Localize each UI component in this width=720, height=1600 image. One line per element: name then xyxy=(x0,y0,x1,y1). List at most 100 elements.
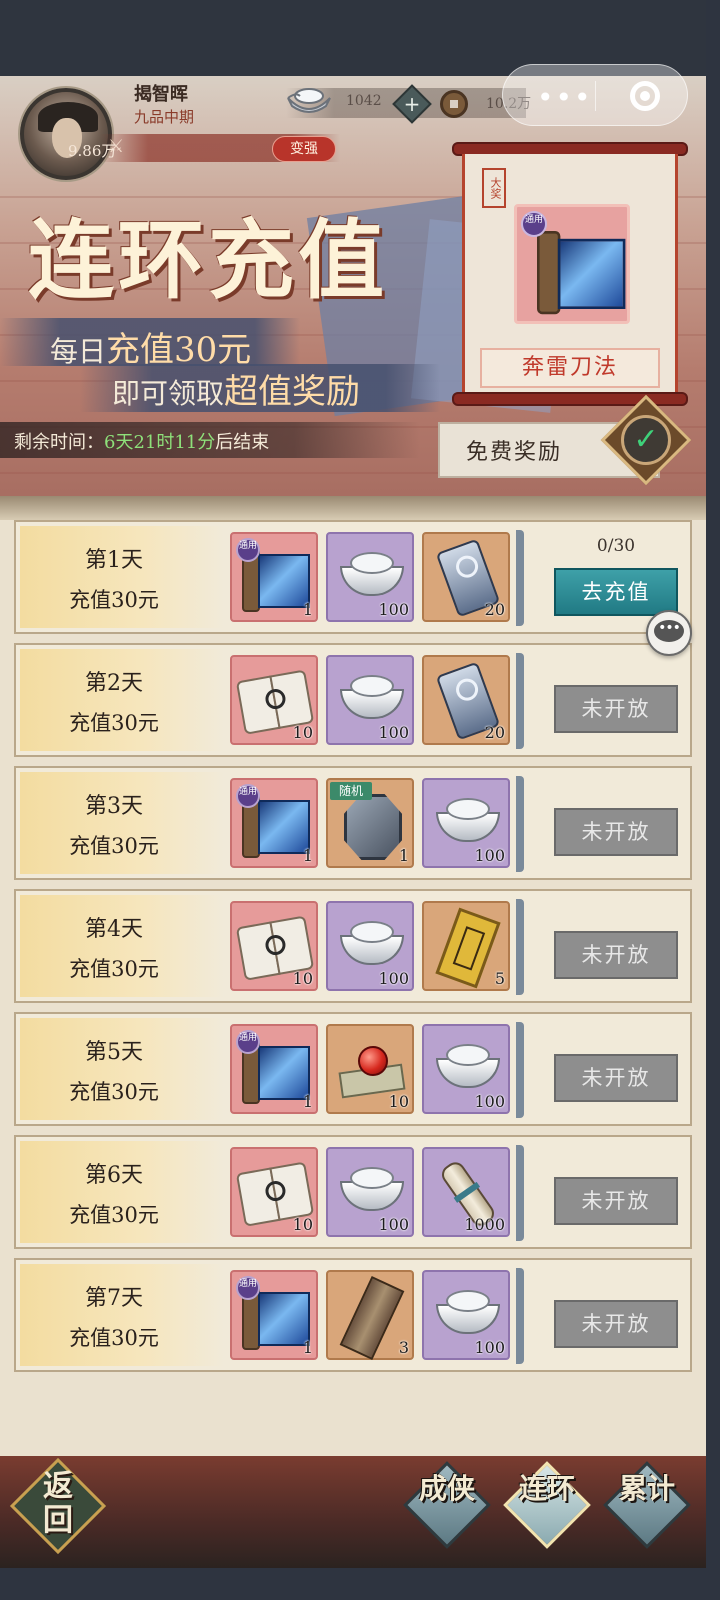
day-requirement: 充值30元 xyxy=(69,1203,159,1227)
item-count: 1 xyxy=(302,600,313,619)
row-divider xyxy=(516,530,524,626)
remaining-time: 剩余时间：6天21时11分后结束 xyxy=(14,432,270,453)
reward-items: 通用 1 3 100 xyxy=(230,1270,520,1361)
reward-item-slot[interactable]: 通用 1 xyxy=(230,778,318,868)
reward-item-slot[interactable]: 通用 1 xyxy=(230,1024,318,1114)
avatar[interactable] xyxy=(20,88,112,180)
copper-coin-icon xyxy=(440,90,468,118)
day-cell: 第1天 充值30元 xyxy=(20,526,224,628)
item-count: 20 xyxy=(484,600,505,619)
more-dots-icon[interactable]: ••• xyxy=(537,81,593,114)
day-requirement: 充值30元 xyxy=(69,1326,159,1350)
universal-badge: 通用 xyxy=(236,1030,260,1054)
day-reward-row: 第2天 充值30元 10 100 20 未开放 xyxy=(14,643,692,757)
reward-items: 10 100 5 xyxy=(230,901,520,991)
reward-item-slot[interactable]: 100 xyxy=(326,901,414,991)
reward-item-slot[interactable]: 10 xyxy=(230,901,318,991)
back-button[interactable]: 返回 xyxy=(9,1457,107,1555)
item-count: 1 xyxy=(398,846,409,865)
reward-item-slot[interactable]: 5 xyxy=(422,901,510,991)
item-count: 1 xyxy=(302,1092,313,1111)
day-requirement: 充值30元 xyxy=(69,588,159,612)
reward-item-slot[interactable]: 10 xyxy=(326,1024,414,1114)
back-label: 返回 xyxy=(43,1469,73,1538)
silver-ingot-icon xyxy=(287,88,331,113)
locked-button[interactable]: 未开放 xyxy=(554,1300,678,1348)
day-reward-row: 第3天 充值30元 通用 1 随机 1 100 未开放 xyxy=(14,766,692,880)
reward-item-slot[interactable]: 20 xyxy=(422,655,510,745)
power-value: 9.86万 xyxy=(68,142,117,160)
day-label: 第3天 xyxy=(85,794,143,819)
become-stronger-button[interactable]: 变强 xyxy=(272,136,336,162)
item-count: 1 xyxy=(302,846,313,865)
universal-badge: 通用 xyxy=(236,1276,260,1300)
featured-item-name: 奔雷刀法 xyxy=(480,348,660,388)
row-divider xyxy=(516,776,524,872)
locked-button[interactable]: 未开放 xyxy=(554,808,678,856)
subtitle-line-2: 即可领取超值奖励 xyxy=(112,372,361,412)
item-count: 10 xyxy=(292,1215,313,1234)
locked-button[interactable]: 未开放 xyxy=(554,685,678,733)
tab-leiji[interactable]: 累计 xyxy=(603,1461,691,1549)
reward-item-slot[interactable]: 100 xyxy=(422,1270,510,1360)
reward-items: 10 100 20 xyxy=(230,655,520,745)
row-divider xyxy=(516,1145,524,1241)
random-stone-icon xyxy=(344,794,402,860)
go-recharge-button[interactable]: 去充值 xyxy=(554,568,678,616)
day-cell: 第3天 充值30元 xyxy=(20,772,224,874)
reward-item-slot[interactable]: 100 xyxy=(422,1024,510,1114)
day-requirement: 充值30元 xyxy=(69,1080,159,1104)
reward-item-slot[interactable]: 20 xyxy=(422,532,510,622)
chat-bubble-icon: ••• xyxy=(654,620,684,642)
silver-ingot-icon xyxy=(340,1167,404,1215)
reward-items: 通用 1 10 100 xyxy=(230,1024,520,1114)
day-reward-row: 第7天 充值30元 通用 1 3 100 未开放 xyxy=(14,1258,692,1372)
target-icon[interactable] xyxy=(630,81,660,111)
reward-item-slot[interactable]: 1000 xyxy=(422,1147,510,1237)
item-count: 100 xyxy=(474,1338,505,1357)
tab-chengxia[interactable]: 成侠 xyxy=(403,1461,491,1549)
day-label: 第5天 xyxy=(85,1040,143,1065)
silver-ingot-icon xyxy=(436,1290,500,1338)
reward-item-slot[interactable]: 通用 1 xyxy=(230,1270,318,1360)
plus-icon: + xyxy=(403,92,421,116)
item-count: 100 xyxy=(378,1215,409,1234)
grand-prize-seal: 大奖 xyxy=(482,168,506,208)
reward-items: 10 100 1000 xyxy=(230,1147,520,1237)
chat-button[interactable]: ••• xyxy=(646,610,692,656)
day-reward-row: 第6天 充值30元 10 100 1000 未开放 xyxy=(14,1135,692,1249)
miniprogram-capsule: ••• xyxy=(502,64,688,126)
row-divider xyxy=(516,1268,524,1364)
ingot-amount: 1042 xyxy=(346,93,382,109)
tab-lianhuan[interactable]: 连环 xyxy=(503,1461,591,1549)
tab-label: 累计 xyxy=(618,1472,675,1505)
free-reward-label: 免费奖励 xyxy=(466,440,563,465)
silver-ingot-icon xyxy=(340,675,404,723)
day-reward-row: 第4天 充值30元 10 100 5 未开放 xyxy=(14,889,692,1003)
locked-button[interactable]: 未开放 xyxy=(554,1054,678,1102)
featured-item[interactable]: 通用 xyxy=(514,204,630,324)
featured-reward-scroll: 大奖 通用 奔雷刀法 xyxy=(452,142,688,406)
reward-item-slot[interactable]: 10 xyxy=(230,655,318,745)
reward-item-slot[interactable]: 3 xyxy=(326,1270,414,1361)
gold-talisman-icon xyxy=(435,907,501,989)
reward-item-slot[interactable]: 通用 1 xyxy=(230,532,318,622)
day-cell: 第5天 充值30元 xyxy=(20,1018,224,1120)
reward-item-slot[interactable]: 10 xyxy=(230,1147,318,1237)
reward-item-slot[interactable]: 100 xyxy=(326,1147,414,1237)
reward-item-slot[interactable]: 随机 1 xyxy=(326,778,414,868)
capsule-divider xyxy=(595,81,596,111)
item-count: 100 xyxy=(474,846,505,865)
tab-label: 连环 xyxy=(518,1472,575,1505)
locked-button[interactable]: 未开放 xyxy=(554,1177,678,1225)
reward-item-slot[interactable]: 100 xyxy=(326,655,414,745)
item-count: 10 xyxy=(388,1092,409,1111)
item-count: 1000 xyxy=(464,1215,505,1234)
player-rank: 九品中期 xyxy=(134,108,195,126)
event-title: 连环充值 xyxy=(28,210,388,311)
reward-item-slot[interactable]: 100 xyxy=(422,778,510,868)
item-count: 20 xyxy=(484,723,505,742)
row-divider xyxy=(516,1022,524,1118)
reward-item-slot[interactable]: 100 xyxy=(326,532,414,622)
locked-button[interactable]: 未开放 xyxy=(554,931,678,979)
